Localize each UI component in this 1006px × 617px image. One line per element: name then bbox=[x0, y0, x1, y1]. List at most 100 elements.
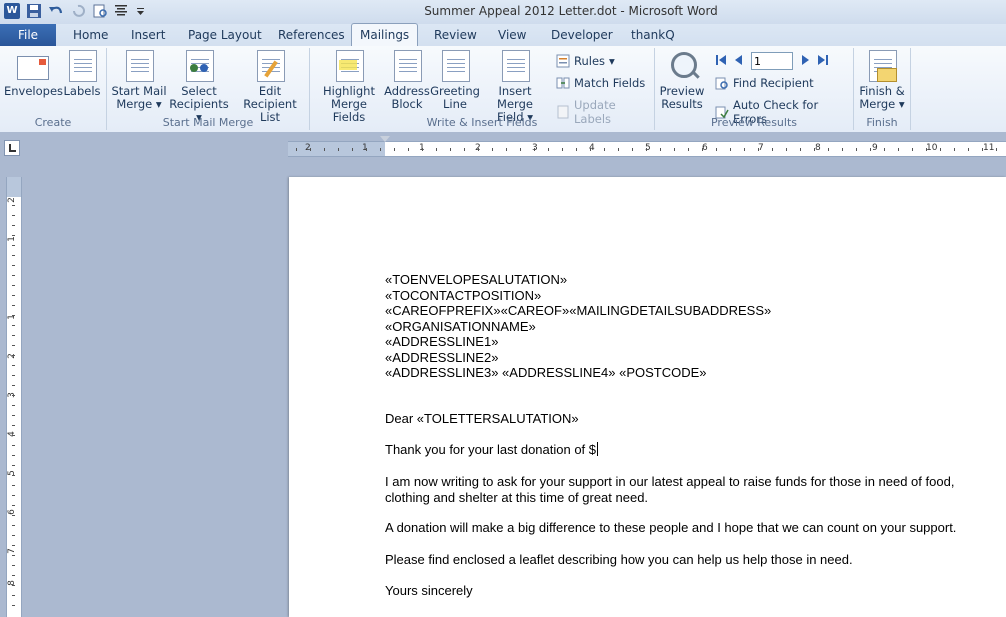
ruler-tick bbox=[12, 475, 15, 476]
ruler-tick bbox=[12, 355, 15, 356]
horizontal-ruler[interactable]: 2 1 1 2 3 4 5 6 7 8 9 10 11 bbox=[288, 141, 1006, 157]
tab-view[interactable]: View bbox=[498, 24, 526, 46]
ruler-tick bbox=[310, 148, 311, 151]
tab-home[interactable]: Home bbox=[73, 24, 108, 46]
ruler-tick bbox=[380, 148, 381, 151]
start-mail-merge-button[interactable]: Start Mail Merge ▾ bbox=[111, 50, 167, 111]
address-block-icon bbox=[392, 50, 422, 82]
group-create: Envelopes Labels Create bbox=[0, 48, 107, 130]
ruler-tick bbox=[12, 245, 15, 246]
ruler-number: 2 bbox=[6, 353, 17, 359]
ruler-number: 6 bbox=[6, 509, 17, 515]
ruler-number: 1 bbox=[6, 236, 17, 242]
ruler-tick bbox=[492, 148, 493, 151]
ruler-number: 2 bbox=[6, 197, 17, 203]
merge-field-line[interactable]: «ADDRESSLINE3» «ADDRESSLINE4» «POSTCODE» bbox=[385, 365, 771, 381]
merge-field-line[interactable]: «TOCONTACTPOSITION» bbox=[385, 288, 771, 304]
ruler-tick bbox=[506, 148, 507, 151]
ruler-tick bbox=[520, 148, 521, 151]
tab-stop-selector[interactable] bbox=[4, 140, 20, 156]
ruler-tick bbox=[898, 148, 899, 151]
last-record-icon[interactable] bbox=[817, 54, 829, 69]
thanks-paragraph[interactable]: Thank you for your last donation of $ bbox=[385, 442, 599, 458]
ruler-row: 2 1 1 2 3 4 5 6 7 8 9 10 11 bbox=[0, 132, 1006, 160]
tab-references[interactable]: References bbox=[278, 24, 345, 46]
ruler-tick bbox=[12, 385, 15, 386]
first-record-icon[interactable] bbox=[715, 54, 727, 69]
vertical-ruler[interactable]: 2 1 1 2 3 4 5 6 7 8 bbox=[6, 177, 22, 617]
ruler-tick bbox=[12, 375, 15, 376]
ruler-tick bbox=[996, 148, 997, 151]
preview-results-button[interactable]: Preview Results bbox=[657, 50, 707, 111]
tab-mailings[interactable]: Mailings bbox=[351, 23, 419, 46]
ruler-tick bbox=[12, 325, 15, 326]
ruler-tick bbox=[12, 545, 15, 546]
ruler-tick bbox=[842, 148, 843, 151]
ruler-tick bbox=[982, 148, 983, 151]
ruler-tick bbox=[12, 455, 15, 456]
salutation[interactable]: Dear «TOLETTERSALUTATION» bbox=[385, 411, 579, 427]
merge-field-line[interactable]: «ORGANISATIONNAME» bbox=[385, 319, 771, 335]
group-preview-results: Preview Results Find Recipient Auto Chec… bbox=[655, 48, 854, 130]
address-block: «TOENVELOPESALUTATION» «TOCONTACTPOSITIO… bbox=[385, 272, 771, 381]
merge-field-line[interactable]: «ADDRESSLINE1» bbox=[385, 334, 771, 350]
next-record-icon[interactable] bbox=[799, 54, 811, 69]
paragraph-line: clothing and shelter at this time of gre… bbox=[385, 489, 649, 505]
start-merge-icon bbox=[124, 50, 154, 82]
tab-insert[interactable]: Insert bbox=[131, 24, 165, 46]
ruler-tick bbox=[548, 148, 549, 151]
highlight-merge-fields-button[interactable]: Highlight Merge Fields bbox=[314, 50, 384, 124]
tab-page-layout[interactable]: Page Layout bbox=[188, 24, 262, 46]
recipients-icon bbox=[184, 50, 214, 82]
greeting-line-button[interactable]: Greeting Line bbox=[430, 50, 480, 111]
edit-recipient-list-button[interactable]: Edit Recipient List bbox=[233, 50, 307, 124]
tab-thankq[interactable]: thankQ bbox=[631, 24, 675, 46]
group-label-finish: Finish bbox=[866, 116, 898, 129]
ruler-tick bbox=[464, 148, 465, 151]
ruler-tick bbox=[618, 148, 619, 151]
ruler-tick bbox=[12, 255, 15, 256]
ruler-tick bbox=[590, 148, 591, 151]
text-cursor bbox=[597, 442, 599, 456]
tab-review[interactable]: Review bbox=[434, 24, 477, 46]
merge-field-line[interactable]: «TOENVELOPESALUTATION» bbox=[385, 272, 771, 288]
tab-file[interactable]: File bbox=[0, 24, 56, 46]
finish-merge-button[interactable]: Finish & Merge ▾ bbox=[856, 50, 908, 111]
merge-field-line[interactable]: «ADDRESSLINE2» bbox=[385, 350, 771, 366]
match-fields-button[interactable]: Match Fields bbox=[556, 76, 645, 90]
ruler-tick bbox=[12, 395, 15, 396]
ruler-tick bbox=[940, 148, 941, 151]
ruler-tick bbox=[954, 148, 955, 151]
previous-record-icon[interactable] bbox=[733, 54, 745, 69]
top-margin-area bbox=[7, 177, 21, 197]
preview-magnifier-icon bbox=[667, 50, 697, 82]
ruler-tick bbox=[12, 565, 15, 566]
insert-merge-field-button[interactable]: Insert Merge Field ▾ bbox=[480, 50, 550, 124]
ruler-tick bbox=[12, 525, 15, 526]
group-start-mail-merge: Start Mail Merge ▾ Select Recipients ▾ E… bbox=[107, 48, 310, 130]
ruler-tick bbox=[366, 148, 367, 151]
ruler-number: 7 bbox=[6, 548, 17, 554]
tab-developer[interactable]: Developer bbox=[551, 24, 613, 46]
record-number-input[interactable] bbox=[751, 52, 793, 70]
ruler-tick bbox=[12, 285, 15, 286]
closing[interactable]: Yours sincerely bbox=[385, 583, 473, 599]
body-paragraph[interactable]: A donation will make a big difference to… bbox=[385, 520, 956, 536]
group-label-create: Create bbox=[34, 116, 72, 129]
ruler-tick bbox=[884, 148, 885, 151]
address-block-button[interactable]: Address Block bbox=[384, 50, 430, 111]
rules-button[interactable]: Rules ▾ bbox=[556, 54, 615, 68]
find-recipient-button[interactable]: Find Recipient bbox=[715, 76, 814, 90]
body-paragraph[interactable]: Please find enclosed a leaflet describin… bbox=[385, 552, 853, 568]
indent-marker[interactable] bbox=[380, 136, 390, 142]
ruler-tick bbox=[12, 435, 15, 436]
merge-field-line[interactable]: «CAREOFPREFIX»«CAREOF»«MAILINGDETAILSUBA… bbox=[385, 303, 771, 319]
labels-button[interactable]: Labels bbox=[62, 50, 102, 98]
envelopes-button[interactable]: Envelopes bbox=[4, 50, 63, 98]
ruler-tick bbox=[324, 148, 325, 151]
select-recipients-button[interactable]: Select Recipients ▾ bbox=[165, 50, 233, 124]
ruler-tick bbox=[576, 148, 577, 151]
ruler-tick bbox=[534, 148, 535, 151]
body-paragraph[interactable]: I am now writing to ask for your support… bbox=[385, 474, 954, 505]
document-page[interactable]: «TOENVELOPESALUTATION» «TOCONTACTPOSITIO… bbox=[289, 177, 1006, 617]
